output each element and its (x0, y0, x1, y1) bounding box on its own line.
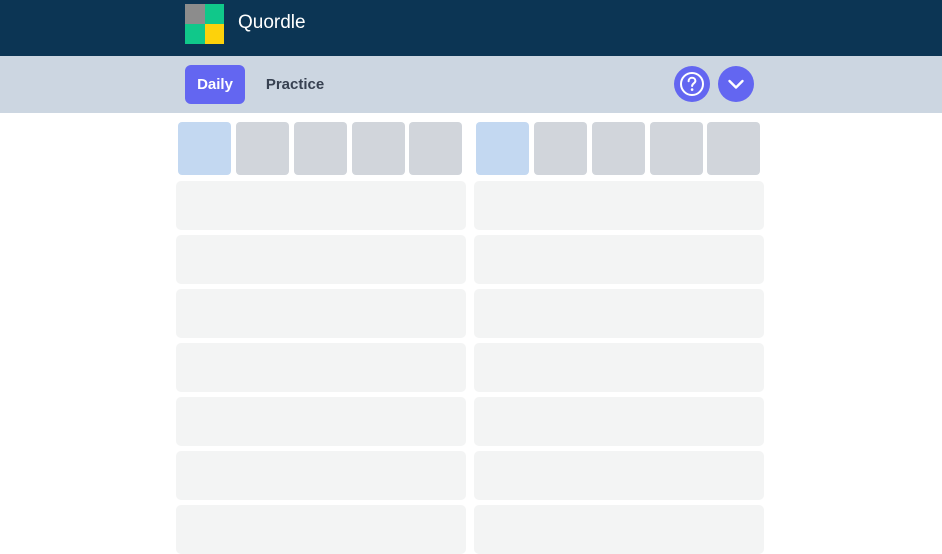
guess-row (474, 451, 764, 500)
guess-row (474, 289, 764, 338)
logo-cell-yellow (204, 24, 224, 44)
guess-row (474, 343, 764, 392)
guess-row (176, 181, 466, 230)
guess-row (176, 235, 466, 284)
dropdown-button[interactable] (718, 66, 754, 102)
guess-row (176, 397, 466, 446)
current-guess-row[interactable] (474, 120, 764, 176)
guess-row (176, 343, 466, 392)
letter-tile[interactable] (409, 122, 462, 175)
logo-cell-gray (185, 4, 205, 24)
current-guess-row[interactable] (176, 120, 466, 176)
question-circle-icon (680, 72, 704, 96)
app-title: Quordle (238, 12, 306, 33)
guess-row (474, 397, 764, 446)
practice-button[interactable]: Practice (253, 65, 337, 104)
guess-row (176, 289, 466, 338)
top-bar: Quordle (0, 0, 942, 56)
game-board-1 (176, 120, 466, 554)
mode-nav: Daily Practice (0, 56, 942, 113)
help-button[interactable] (674, 66, 710, 102)
guess-row (474, 181, 764, 230)
logo-cell-green (204, 4, 224, 24)
letter-tile[interactable] (352, 122, 405, 175)
letter-tile[interactable] (236, 122, 289, 175)
letter-tile[interactable] (534, 122, 587, 175)
letter-tile[interactable] (650, 122, 703, 175)
active-letter-tile[interactable] (476, 122, 529, 175)
quordle-logo-icon (185, 4, 224, 44)
chevron-down-icon (728, 79, 744, 89)
daily-button[interactable]: Daily (185, 65, 245, 104)
guess-row (176, 505, 466, 554)
letter-tile[interactable] (707, 122, 760, 175)
guess-row (176, 451, 466, 500)
logo-cell-green-2 (185, 24, 205, 44)
letter-tile[interactable] (294, 122, 347, 175)
guess-row (474, 235, 764, 284)
active-letter-tile[interactable] (178, 122, 231, 175)
guess-row (474, 505, 764, 554)
game-board-2 (474, 120, 764, 554)
letter-tile[interactable] (592, 122, 645, 175)
